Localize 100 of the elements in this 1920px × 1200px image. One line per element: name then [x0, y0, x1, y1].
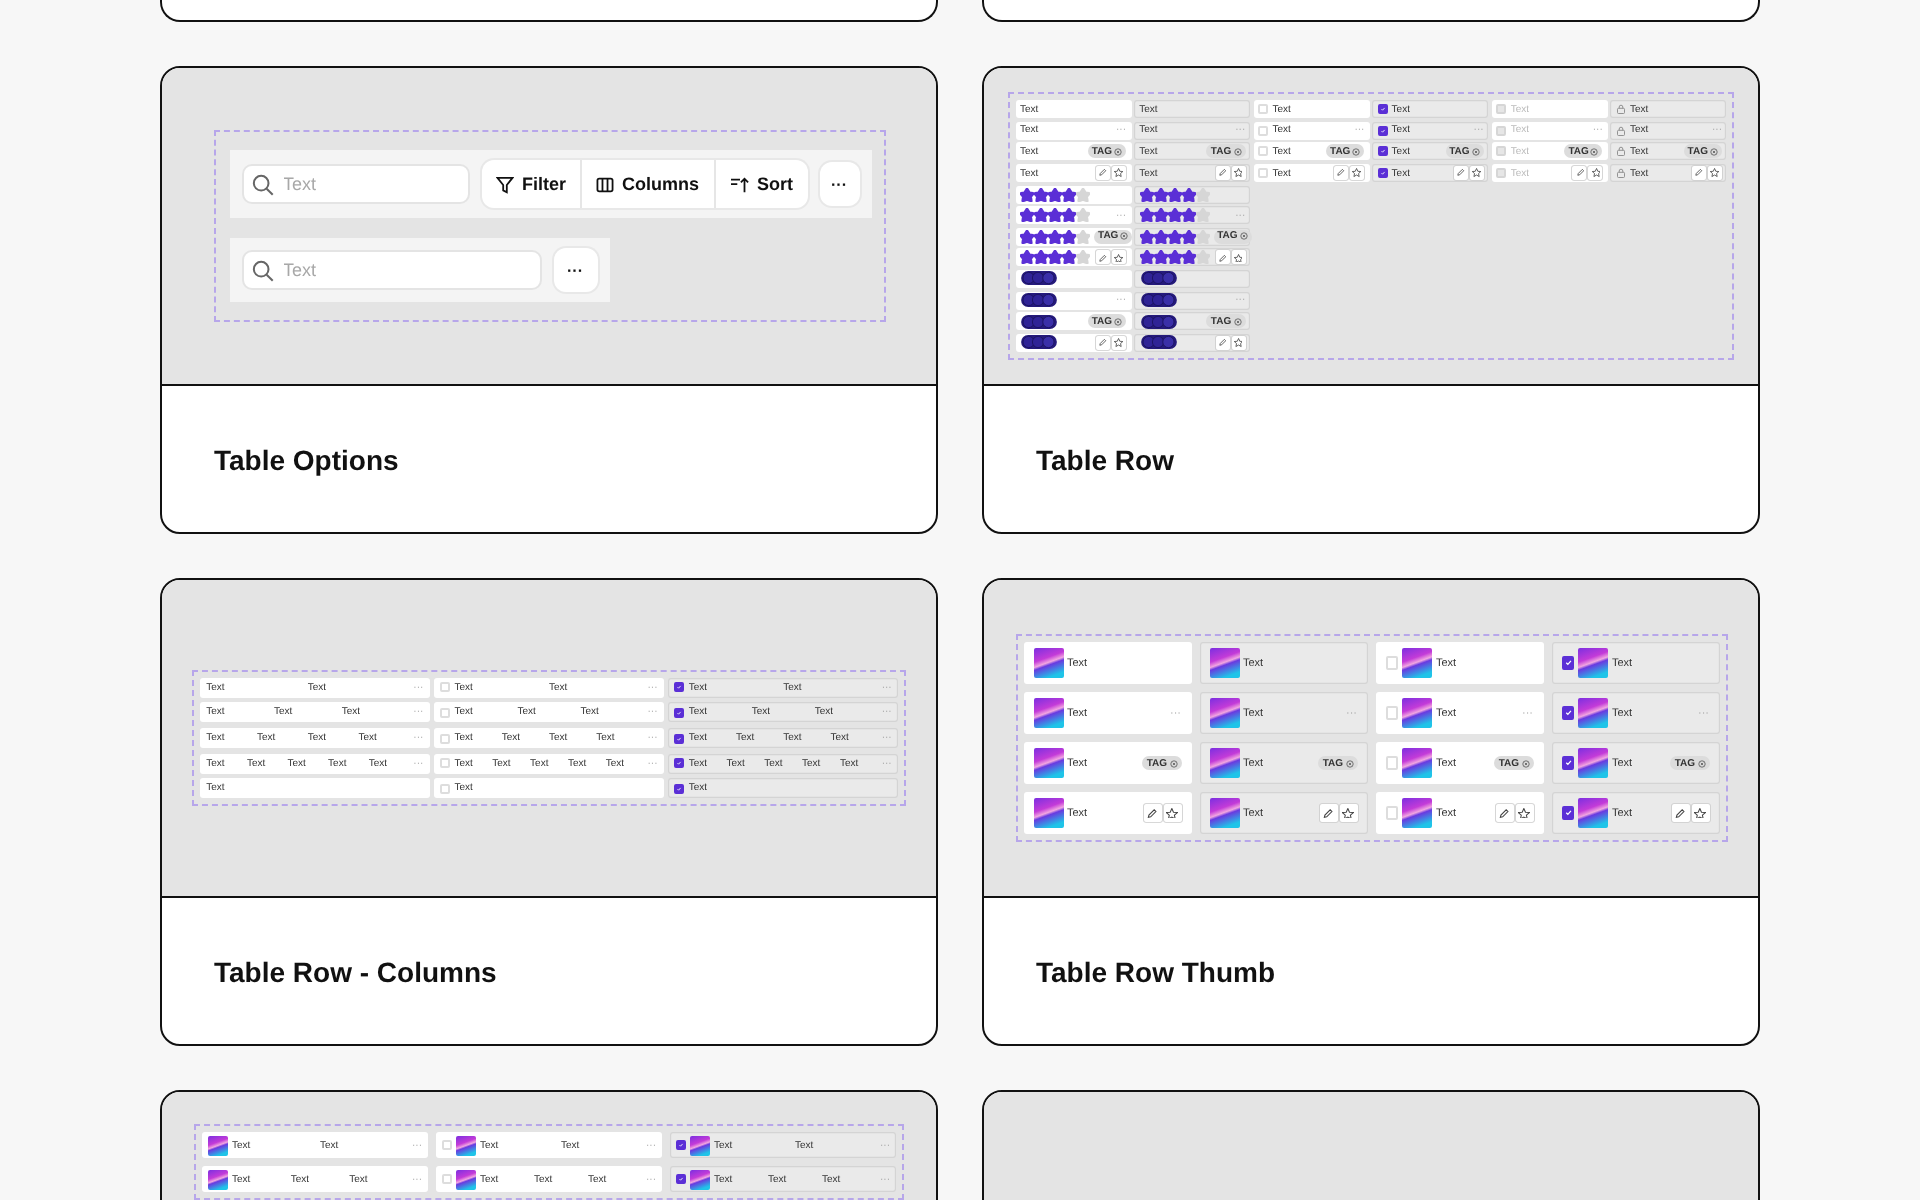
edit-button[interactable] [1215, 250, 1230, 265]
table-row[interactable] [1015, 248, 1132, 267]
pencil-icon [1674, 807, 1686, 819]
remove-icon[interactable] [1114, 317, 1123, 326]
favorite-button[interactable] [1469, 166, 1484, 181]
checkbox[interactable] [1561, 756, 1574, 770]
checkbox[interactable] [674, 758, 685, 769]
component-card[interactable] [982, 66, 1760, 534]
remove-icon[interactable] [1697, 759, 1705, 767]
checkbox[interactable] [674, 707, 685, 718]
table-row[interactable] [1015, 269, 1132, 288]
remove-icon[interactable] [1471, 147, 1480, 156]
card-title: Table Row - Columns [214, 955, 497, 987]
avatar-group-icon [1139, 313, 1178, 330]
remove-icon[interactable] [1352, 147, 1361, 156]
checkbox[interactable] [1561, 706, 1574, 720]
remove-icon[interactable] [1590, 147, 1599, 156]
component-card[interactable] [160, 578, 938, 1046]
star-icon [1472, 168, 1482, 178]
table-row[interactable] [1015, 185, 1132, 204]
table-row[interactable] [1134, 333, 1251, 352]
edit-button[interactable] [1215, 166, 1230, 181]
checkbox[interactable] [674, 733, 685, 743]
checkbox[interactable] [1377, 168, 1388, 179]
disabled-checkbox [1496, 168, 1507, 179]
component-card[interactable]: Text Filter Columns Sort ··· Text ··· Table Options [160, 66, 938, 534]
table-row[interactable] [1134, 185, 1251, 204]
favorite-button[interactable] [1707, 166, 1722, 181]
checkbox[interactable] [674, 783, 685, 794]
edit-button[interactable] [1572, 166, 1587, 181]
toolbar-button[interactable]: Filter [481, 160, 580, 208]
edit-button[interactable] [1671, 804, 1689, 822]
favorite-button[interactable] [1339, 804, 1357, 822]
thumbnail-image [1209, 798, 1239, 828]
card-title: Table Options [214, 443, 399, 475]
star-icon [1166, 807, 1178, 819]
remove-icon[interactable] [1114, 147, 1123, 156]
thumbnail-image [1402, 748, 1432, 778]
lock-icon [1615, 146, 1626, 157]
star-icon [1114, 168, 1124, 178]
search-field[interactable]: Text [241, 250, 541, 290]
favorite-button[interactable] [1588, 166, 1603, 181]
more-button[interactable]: ··· [553, 248, 597, 292]
favorite-button[interactable] [1515, 804, 1533, 822]
star-icon [1342, 807, 1354, 819]
lock-icon [1615, 125, 1626, 136]
thumbnail-image [1578, 698, 1608, 728]
edit-button[interactable] [1215, 335, 1230, 350]
remove-icon[interactable] [1233, 317, 1242, 326]
remove-icon[interactable] [1233, 147, 1242, 156]
pencil-icon [1098, 337, 1108, 348]
checkbox[interactable] [1561, 656, 1574, 670]
remove-icon[interactable] [1345, 759, 1353, 767]
checkbox[interactable] [676, 1174, 686, 1184]
edit-button[interactable] [1453, 166, 1468, 181]
edit-button[interactable] [1334, 166, 1349, 181]
more-button[interactable]: ··· [819, 162, 859, 206]
edit-button[interactable] [1143, 804, 1161, 822]
favorite-button[interactable] [1231, 166, 1246, 181]
remove-icon[interactable] [1120, 232, 1129, 241]
favorite-button[interactable] [1112, 250, 1127, 265]
checkbox[interactable] [1377, 104, 1388, 115]
edit-button[interactable] [1096, 335, 1111, 350]
pencil-icon [1498, 807, 1510, 819]
edit-button[interactable] [1096, 250, 1111, 265]
checkbox[interactable] [1377, 146, 1388, 157]
star-icon [1233, 337, 1243, 348]
table-row[interactable] [1015, 333, 1132, 352]
table-row[interactable] [1134, 248, 1251, 267]
search-field[interactable]: Text [241, 164, 470, 204]
favorite-button[interactable] [1163, 804, 1181, 822]
favorite-button[interactable] [1231, 250, 1246, 265]
checkbox[interactable] [1377, 125, 1388, 136]
thumbnail-image [1033, 798, 1063, 828]
toolbar-button[interactable]: Sort [713, 160, 808, 208]
edit-button[interactable] [1096, 166, 1111, 181]
edit-button[interactable] [1691, 166, 1706, 181]
favorite-button[interactable] [1112, 166, 1127, 181]
favorite-button[interactable] [1691, 804, 1709, 822]
remove-icon[interactable] [1169, 759, 1177, 767]
avatar-group-icon [1020, 334, 1059, 351]
remove-icon[interactable] [1521, 759, 1529, 767]
edit-button[interactable] [1319, 804, 1337, 822]
remove-icon[interactable] [1709, 147, 1718, 156]
favorite-button[interactable] [1350, 166, 1365, 181]
checkbox[interactable] [676, 1140, 686, 1150]
checkbox[interactable] [674, 682, 685, 693]
favorite-button[interactable] [1231, 335, 1246, 350]
pencil-icon [1098, 253, 1108, 263]
remove-icon[interactable] [1239, 232, 1248, 241]
toolbar-button[interactable]: Columns [580, 160, 714, 208]
star-icon [1114, 253, 1124, 263]
thumbnail-image [1209, 648, 1239, 678]
thumbnail-image [1209, 698, 1239, 728]
edit-button[interactable] [1495, 804, 1513, 822]
pencil-icon [1217, 253, 1227, 263]
favorite-button[interactable] [1112, 335, 1127, 350]
search-icon [251, 173, 273, 195]
table-row[interactable] [1134, 269, 1251, 288]
checkbox[interactable] [1561, 806, 1574, 820]
